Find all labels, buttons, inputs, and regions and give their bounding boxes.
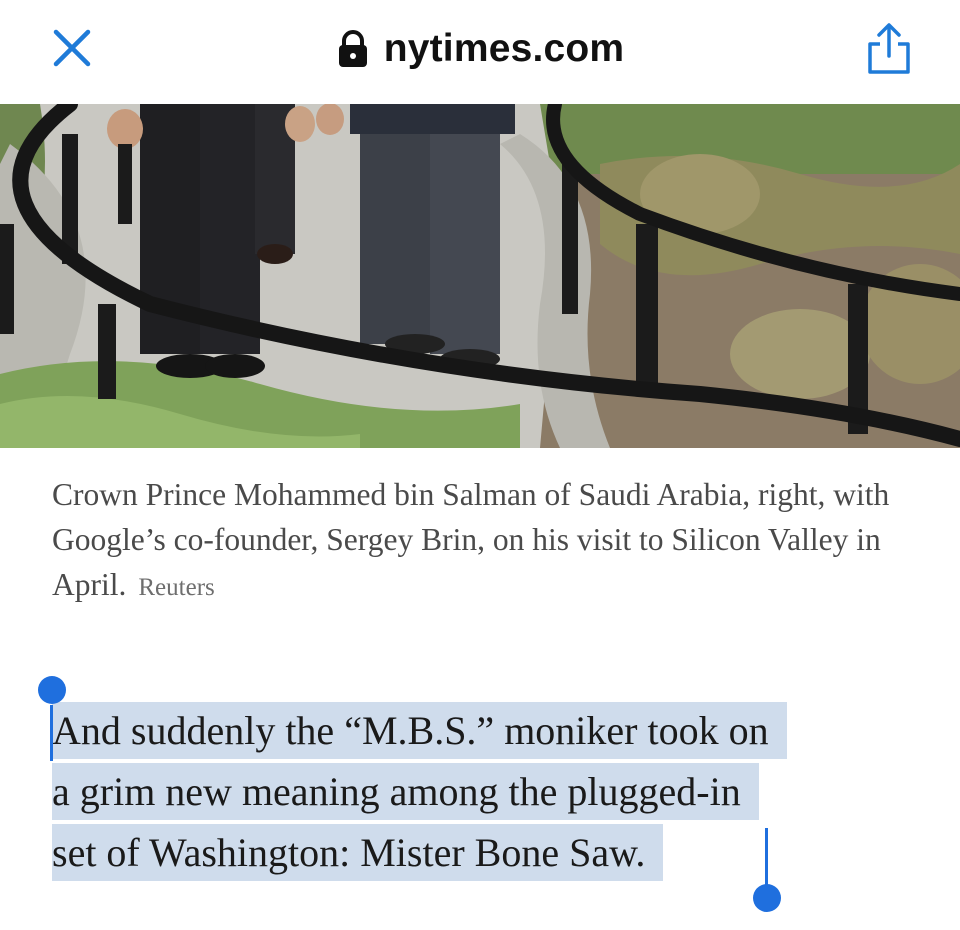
selected-text[interactable]: a grim new meaning among the plugged-in bbox=[52, 763, 759, 820]
paragraph-line: a grim new meaning among the plugged-in bbox=[52, 761, 922, 822]
selected-text[interactable]: And suddenly the “M.B.S.” moniker took o… bbox=[52, 702, 787, 759]
address-bar[interactable]: nytimes.com bbox=[0, 22, 960, 76]
selection-end-caret bbox=[765, 828, 768, 886]
browser-top-bar: nytimes.com bbox=[0, 0, 960, 104]
article-photo bbox=[0, 104, 960, 448]
selection-start-caret bbox=[50, 705, 53, 761]
url-text: nytimes.com bbox=[383, 27, 625, 70]
lock-icon bbox=[338, 30, 367, 67]
article-paragraph[interactable]: And suddenly the “M.B.S.” moniker took o… bbox=[52, 700, 922, 883]
share-button[interactable] bbox=[860, 20, 918, 78]
selection-start-handle[interactable] bbox=[38, 676, 66, 704]
photo-image bbox=[0, 104, 960, 448]
selection-end-handle[interactable] bbox=[753, 884, 781, 912]
paragraph-line: And suddenly the “M.B.S.” moniker took o… bbox=[52, 700, 922, 761]
photo-credit: Reuters bbox=[138, 574, 215, 601]
share-icon bbox=[868, 23, 910, 74]
paragraph-line: set of Washington: Mister Bone Saw. bbox=[52, 822, 922, 883]
selected-text[interactable]: set of Washington: Mister Bone Saw. bbox=[52, 824, 664, 881]
photo-caption: Crown Prince Mohammed bin Salman of Saud… bbox=[52, 472, 932, 610]
